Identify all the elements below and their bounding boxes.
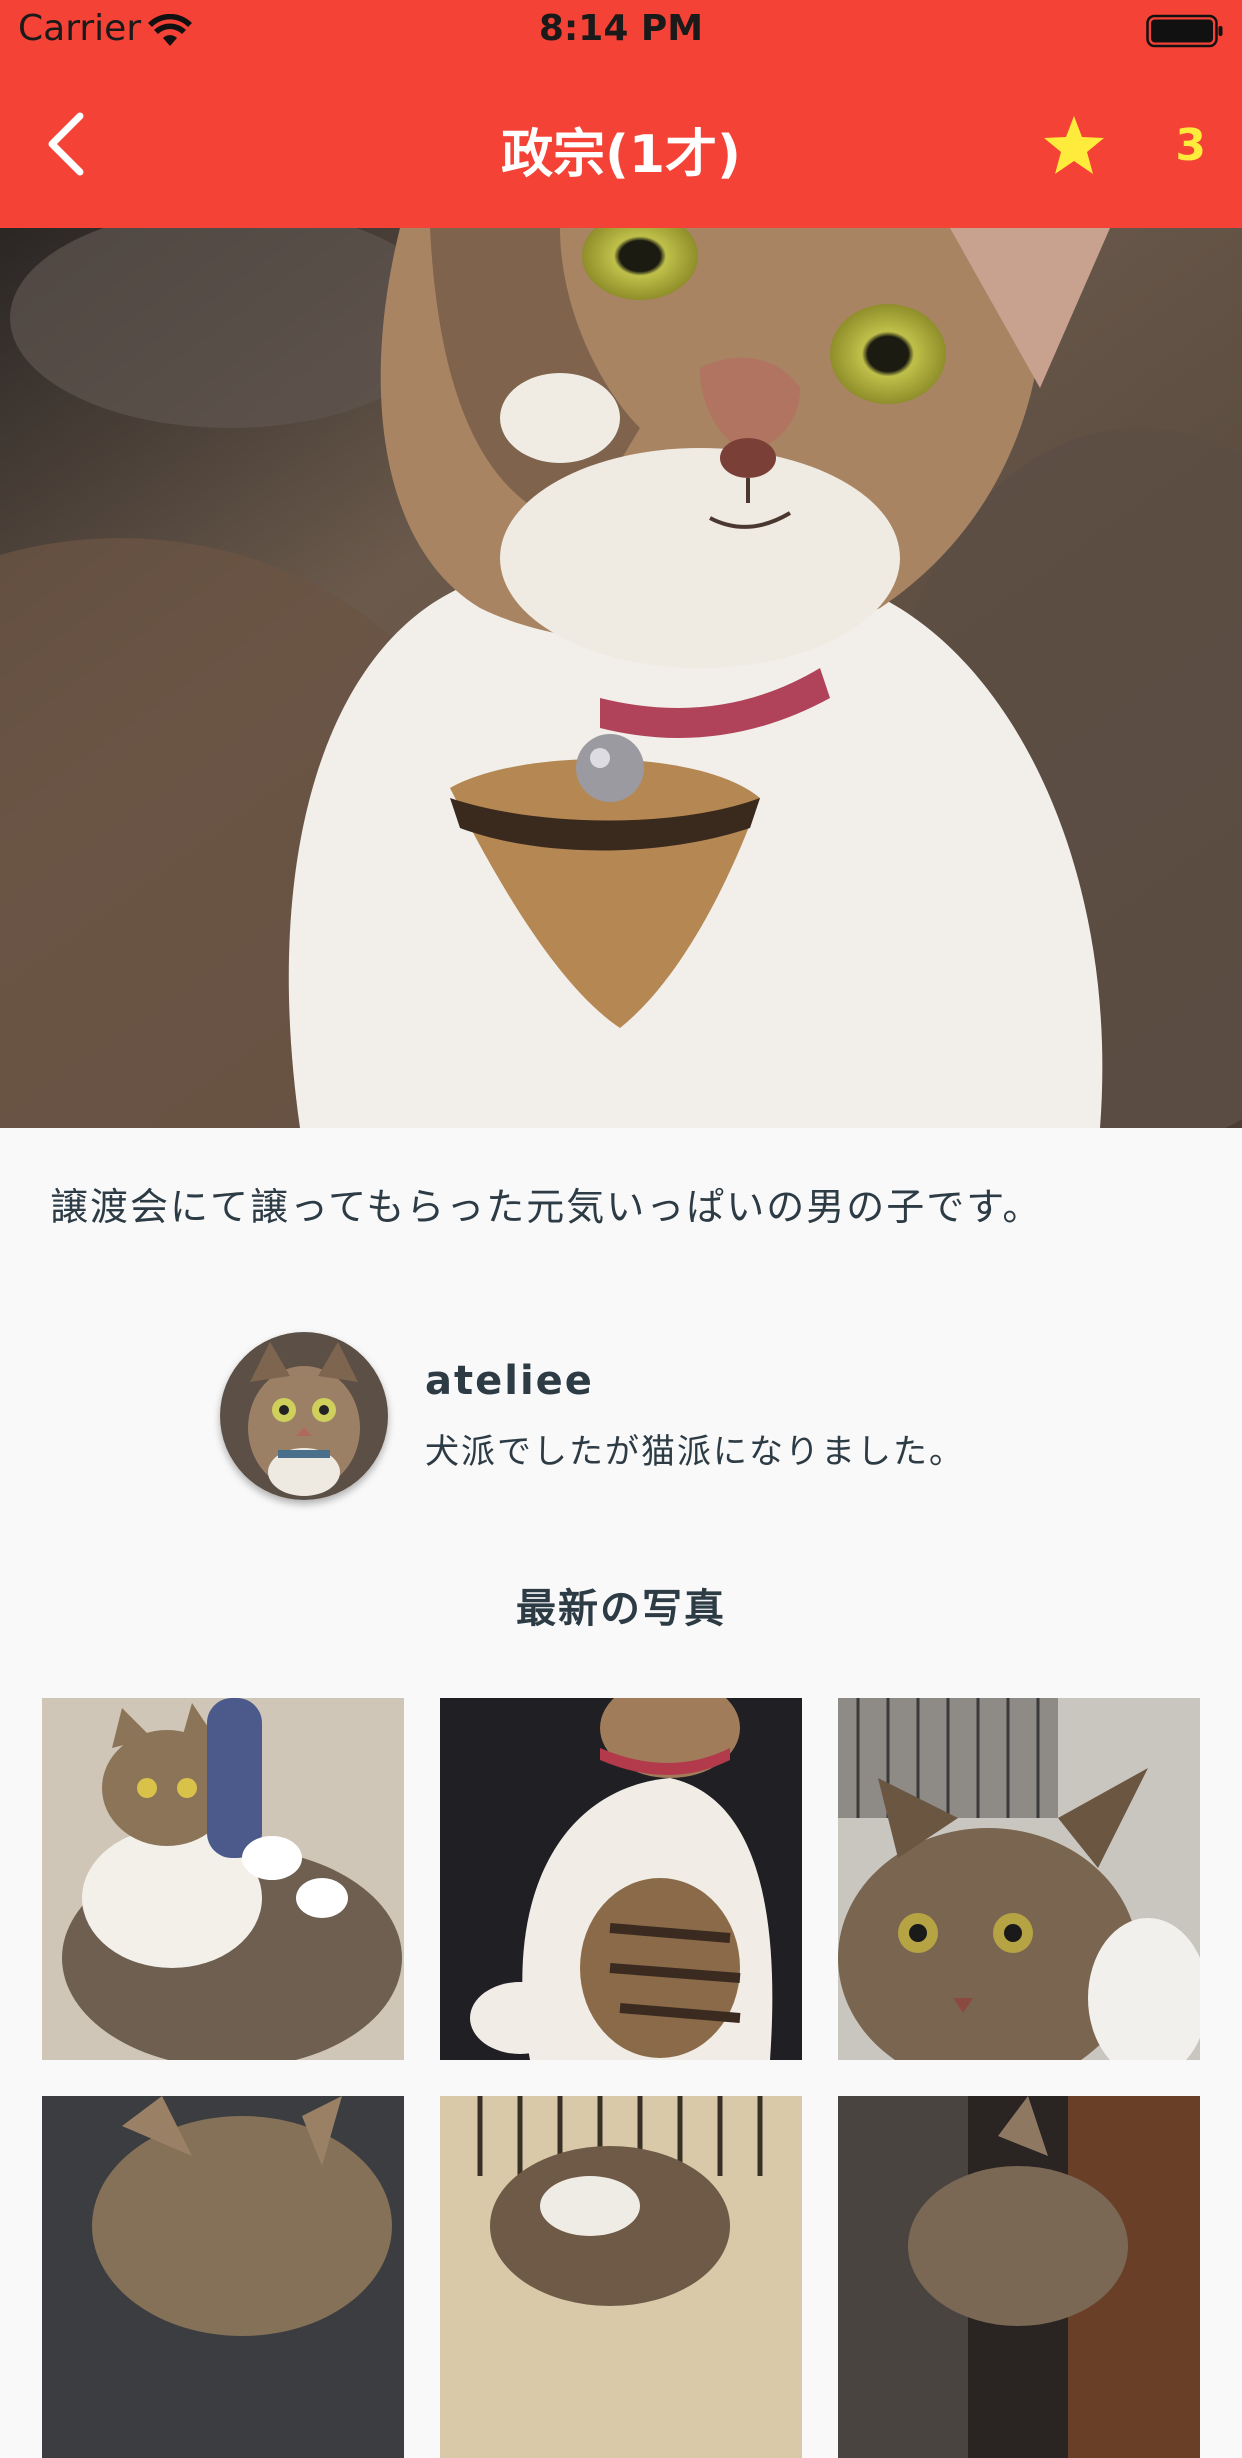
photo-thumbnail[interactable] bbox=[42, 2096, 404, 2458]
photo-thumbnail[interactable] bbox=[838, 2096, 1200, 2458]
battery-icon bbox=[1146, 14, 1223, 48]
photo-thumbnail[interactable] bbox=[440, 2096, 802, 2458]
owner-name[interactable]: ateliee bbox=[425, 1358, 594, 1404]
avatar[interactable] bbox=[220, 1332, 388, 1500]
status-bar: Carrier 8:14 PM bbox=[0, 0, 1242, 62]
star-icon bbox=[1044, 116, 1104, 174]
favorite-button[interactable]: 3 bbox=[1042, 108, 1212, 180]
latest-photos-title: 最新の写真 bbox=[516, 1586, 726, 1632]
photo-thumbnail[interactable] bbox=[42, 1698, 404, 2060]
photo-thumbnail[interactable] bbox=[440, 1698, 802, 2060]
owner-bio: 犬派でしたが猫派になりました。 bbox=[425, 1432, 965, 1472]
pet-description: 譲渡会にて譲ってもらった元気いっぱいの男の子です。 bbox=[50, 1185, 1043, 1229]
pet-main-photo bbox=[0, 228, 1242, 1128]
app-bar: Carrier 8:14 PM 政宗(1才) 3 bbox=[0, 0, 1242, 228]
photo-thumbnail[interactable] bbox=[838, 1698, 1200, 2060]
navigation-bar: 政宗(1才) 3 bbox=[0, 62, 1242, 228]
favorite-count: 3 bbox=[1175, 120, 1206, 171]
status-time: 8:14 PM bbox=[538, 8, 704, 49]
